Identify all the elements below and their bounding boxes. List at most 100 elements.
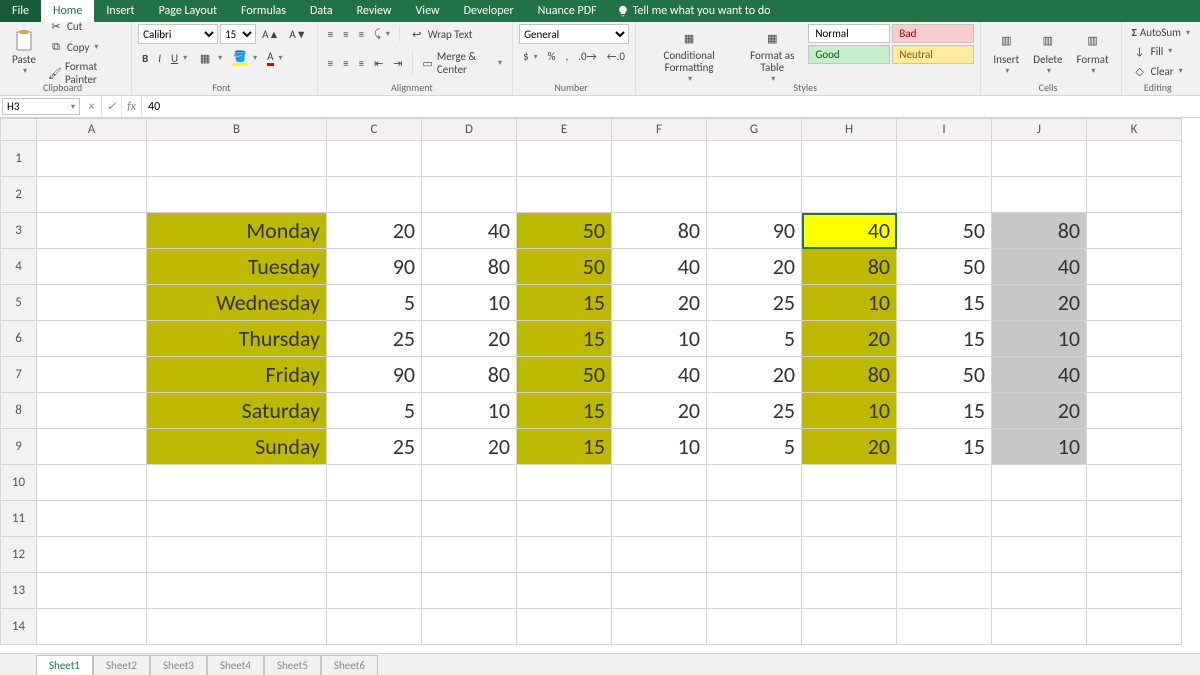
col-header-K[interactable]: K xyxy=(1087,119,1182,141)
cell-J11[interactable] xyxy=(992,501,1087,537)
cell-C6[interactable]: 25 xyxy=(327,321,422,357)
cell-H7[interactable]: 80 xyxy=(802,357,897,393)
row-header-11[interactable]: 11 xyxy=(1,501,37,537)
cell-F6[interactable]: 10 xyxy=(612,321,707,357)
cell-E6[interactable]: 15 xyxy=(517,321,612,357)
cell-C13[interactable] xyxy=(327,573,422,609)
cell-G8[interactable]: 25 xyxy=(707,393,802,429)
cell-K11[interactable] xyxy=(1087,501,1182,537)
cell-F2[interactable] xyxy=(612,177,707,213)
cell-B5[interactable]: Wednesday xyxy=(147,285,327,321)
tab-view[interactable]: View xyxy=(404,0,452,22)
cell-D3[interactable]: 40 xyxy=(422,213,517,249)
cell-G12[interactable] xyxy=(707,537,802,573)
cell-H12[interactable] xyxy=(802,537,897,573)
cell-G14[interactable] xyxy=(707,609,802,645)
col-header-G[interactable]: G xyxy=(707,119,802,141)
sheet-tab-sheet4[interactable]: Sheet4 xyxy=(207,655,264,675)
cell-K9[interactable] xyxy=(1087,429,1182,465)
cell-D4[interactable]: 80 xyxy=(422,249,517,285)
cell-K8[interactable] xyxy=(1087,393,1182,429)
cell-style-neutral[interactable]: Neutral xyxy=(892,45,974,64)
col-header-H[interactable]: H xyxy=(802,119,897,141)
cell-D12[interactable] xyxy=(422,537,517,573)
cell-I1[interactable] xyxy=(897,141,992,177)
cell-G3[interactable]: 90 xyxy=(707,213,802,249)
cell-style-good[interactable]: Good xyxy=(808,45,890,64)
cell-I12[interactable] xyxy=(897,537,992,573)
cell-J2[interactable] xyxy=(992,177,1087,213)
align-top-button[interactable]: ≡ xyxy=(324,26,337,43)
cell-B1[interactable] xyxy=(147,141,327,177)
cell-B13[interactable] xyxy=(147,573,327,609)
col-header-A[interactable]: A xyxy=(37,119,147,141)
format-as-table-button[interactable]: ▦ Format as Table▾ xyxy=(738,24,806,86)
cell-F11[interactable] xyxy=(612,501,707,537)
cell-G1[interactable] xyxy=(707,141,802,177)
col-header-I[interactable]: I xyxy=(897,119,992,141)
cell-G4[interactable]: 20 xyxy=(707,249,802,285)
col-header-E[interactable]: E xyxy=(517,119,612,141)
select-all-corner[interactable] xyxy=(1,119,37,141)
cell-F13[interactable] xyxy=(612,573,707,609)
cell-J12[interactable] xyxy=(992,537,1087,573)
cell-E14[interactable] xyxy=(517,609,612,645)
bold-button[interactable]: B xyxy=(138,50,152,67)
cancel-formula-button[interactable]: × xyxy=(82,96,102,117)
cell-B12[interactable] xyxy=(147,537,327,573)
cell-A7[interactable] xyxy=(37,357,147,393)
cell-K7[interactable] xyxy=(1087,357,1182,393)
cell-D7[interactable]: 80 xyxy=(422,357,517,393)
cell-C9[interactable]: 25 xyxy=(327,429,422,465)
cell-K6[interactable] xyxy=(1087,321,1182,357)
cell-K13[interactable] xyxy=(1087,573,1182,609)
cell-A4[interactable] xyxy=(37,249,147,285)
cell-E8[interactable]: 15 xyxy=(517,393,612,429)
decrease-font-button[interactable]: A▼ xyxy=(285,26,310,43)
cell-E4[interactable]: 50 xyxy=(517,249,612,285)
name-box[interactable]: H3▾ xyxy=(2,98,80,115)
comma-button[interactable]: , xyxy=(562,48,573,65)
col-header-F[interactable]: F xyxy=(612,119,707,141)
increase-indent-button[interactable]: ⇥ xyxy=(389,55,406,72)
accounting-button[interactable]: $▾ xyxy=(519,48,542,65)
cell-H3[interactable]: 40 xyxy=(802,213,897,249)
orientation-button[interactable]: ⤹▾ xyxy=(370,25,394,43)
autosum-button[interactable]: Σ AutoSum▾ xyxy=(1128,24,1194,41)
cell-E9[interactable]: 15 xyxy=(517,429,612,465)
sheet-tab-sheet5[interactable]: Sheet5 xyxy=(264,655,321,675)
cell-B7[interactable]: Friday xyxy=(147,357,327,393)
cell-B10[interactable] xyxy=(147,465,327,501)
cell-J3[interactable]: 80 xyxy=(992,213,1087,249)
cell-D6[interactable]: 20 xyxy=(422,321,517,357)
font-name-select[interactable]: Calibri xyxy=(138,24,218,44)
cell-G9[interactable]: 5 xyxy=(707,429,802,465)
cell-F1[interactable] xyxy=(612,141,707,177)
cell-K5[interactable] xyxy=(1087,285,1182,321)
col-header-D[interactable]: D xyxy=(422,119,517,141)
cell-F3[interactable]: 80 xyxy=(612,213,707,249)
cell-G11[interactable] xyxy=(707,501,802,537)
cell-J4[interactable]: 40 xyxy=(992,249,1087,285)
cell-G5[interactable]: 25 xyxy=(707,285,802,321)
cell-F8[interactable]: 20 xyxy=(612,393,707,429)
cell-B3[interactable]: Monday xyxy=(147,213,327,249)
cell-C7[interactable]: 90 xyxy=(327,357,422,393)
cell-I3[interactable]: 50 xyxy=(897,213,992,249)
cell-B2[interactable] xyxy=(147,177,327,213)
cell-J10[interactable] xyxy=(992,465,1087,501)
font-color-button[interactable]: A▾ xyxy=(263,48,286,68)
cell-I10[interactable] xyxy=(897,465,992,501)
cell-A5[interactable] xyxy=(37,285,147,321)
align-middle-button[interactable]: ≡ xyxy=(339,26,352,43)
cell-I8[interactable]: 15 xyxy=(897,393,992,429)
cell-F4[interactable]: 40 xyxy=(612,249,707,285)
row-header-7[interactable]: 7 xyxy=(1,357,37,393)
number-format-select[interactable]: General xyxy=(519,24,629,44)
cell-E11[interactable] xyxy=(517,501,612,537)
cell-D8[interactable]: 10 xyxy=(422,393,517,429)
cell-D13[interactable] xyxy=(422,573,517,609)
cell-J1[interactable] xyxy=(992,141,1087,177)
cell-F7[interactable]: 40 xyxy=(612,357,707,393)
row-header-3[interactable]: 3 xyxy=(1,213,37,249)
